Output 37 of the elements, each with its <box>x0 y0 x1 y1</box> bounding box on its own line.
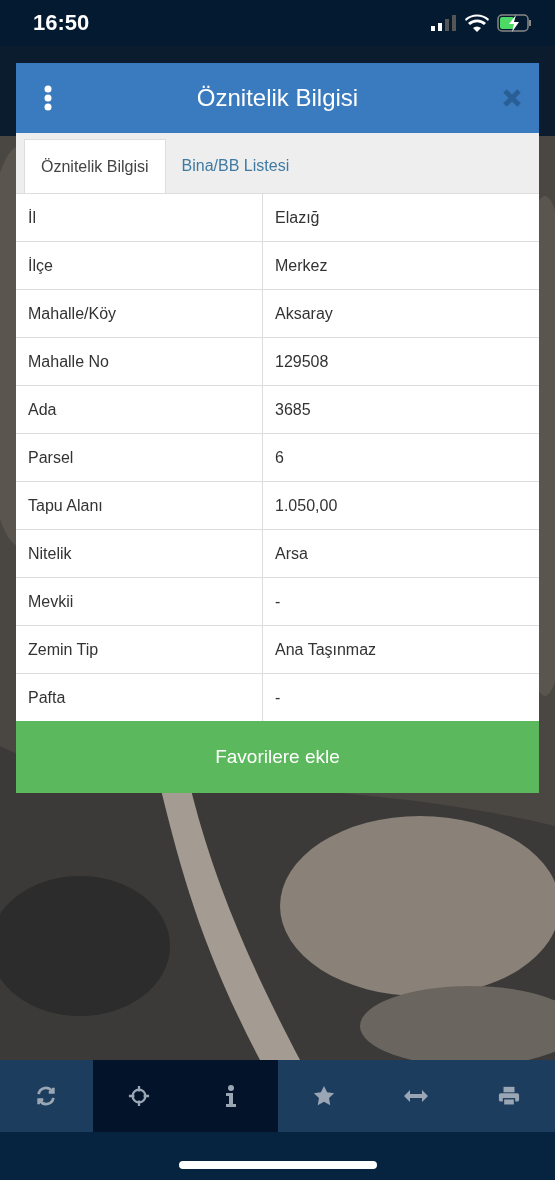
attribute-value: Elazığ <box>262 194 539 241</box>
close-icon[interactable] <box>503 89 521 107</box>
info-icon <box>225 1085 238 1107</box>
refresh-icon <box>35 1085 58 1107</box>
tab[interactable]: Öznitelik Bilgisi <box>24 139 166 193</box>
attribute-value: Arsa <box>262 530 539 577</box>
attribute-value: Aksaray <box>262 290 539 337</box>
add-favorites-button[interactable]: Favorilere ekle <box>16 721 539 793</box>
attribute-label: Mahalle No <box>27 351 110 372</box>
signal-icon <box>431 15 457 31</box>
battery-icon <box>497 14 533 32</box>
more-icon[interactable] <box>44 85 52 111</box>
attribute-label: Tapu Alanı <box>27 495 104 516</box>
attribute-label: Mahalle/Köy <box>27 303 118 324</box>
attribute-label: Pafta <box>27 687 67 708</box>
star-icon <box>312 1085 335 1107</box>
attribute-value: Merkez <box>262 242 539 289</box>
attribute-value: - <box>262 578 539 625</box>
wifi-icon <box>465 14 489 32</box>
attribute-label: İlçe <box>27 255 54 276</box>
attribute-label: Zemin Tip <box>27 639 100 660</box>
printer-icon <box>497 1085 520 1107</box>
attribute-label: Nitelik <box>27 543 73 564</box>
crosshair-icon <box>127 1085 150 1107</box>
attribute-label: Parsel <box>27 447 75 468</box>
clock: 16:50 <box>33 10 90 36</box>
attribute-value: Ana Taşınmaz <box>262 626 539 673</box>
attribute-value: 129508 <box>262 338 539 385</box>
tab[interactable]: Bina/BB Listesi <box>165 139 306 193</box>
attribute-label: Mevkii <box>27 591 75 612</box>
attribute-value: 6 <box>262 434 539 481</box>
attribute-value: 1.050,00 <box>262 482 539 529</box>
attribute-label: İl <box>27 207 37 228</box>
double-arrow-icon <box>404 1089 429 1103</box>
attribute-value: 3685 <box>262 386 539 433</box>
dialog-title: Öznitelik Bilgisi <box>195 84 360 112</box>
attribute-label: Ada <box>27 399 58 420</box>
